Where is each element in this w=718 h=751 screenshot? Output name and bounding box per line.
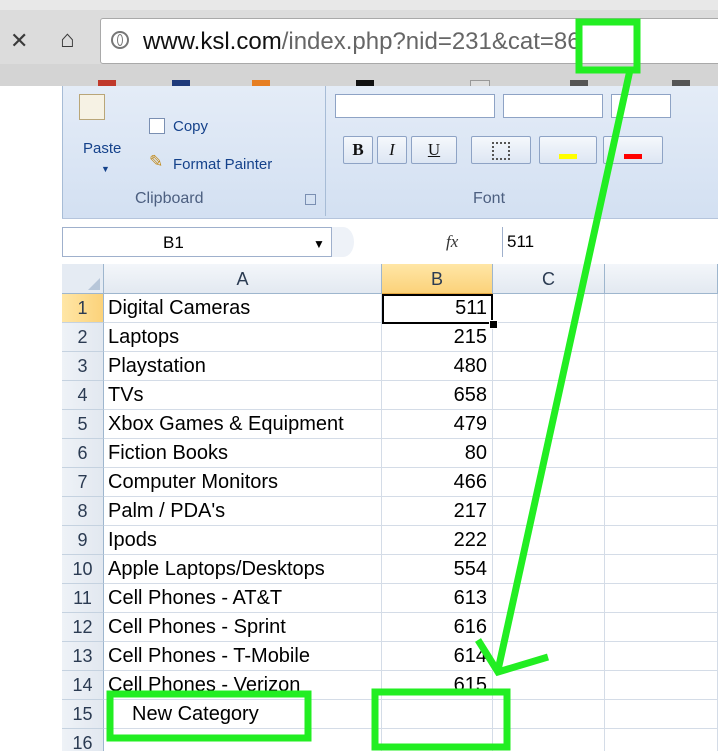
clipboard-group-label: Clipboard	[135, 190, 204, 207]
cell-a[interactable]: Laptops	[108, 323, 378, 352]
fill-color-icon	[559, 154, 577, 159]
url-text[interactable]: www.ksl.com/index.php?nid=231&cat=86	[143, 28, 581, 56]
stop-icon[interactable]: ✕	[10, 30, 28, 52]
font-group-label: Font	[473, 190, 506, 207]
cell-a[interactable]: Cell Phones - Verizon	[108, 671, 378, 700]
cell-a[interactable]: Computer Monitors	[108, 468, 378, 497]
copy-button[interactable]: Copy	[173, 118, 208, 135]
cell-a[interactable]: Ipods	[108, 526, 378, 555]
row-header[interactable]: 15	[62, 700, 104, 729]
cell-b[interactable]: 658	[382, 381, 487, 410]
gridline	[604, 294, 605, 751]
column-header-d[interactable]	[605, 264, 718, 294]
insert-function-icon[interactable]: fx	[446, 232, 458, 252]
cell-a[interactable]: New Category	[132, 700, 402, 729]
column-header-a[interactable]: A	[104, 264, 382, 294]
cell-b[interactable]: 613	[382, 584, 487, 613]
ribbon: Paste ▼ Copy ✎ Format Painter Clipboard …	[62, 86, 718, 218]
spreadsheet-grid[interactable]: A B C 1 Digital Cameras 5 11 2 Laptops 215 3 Playst…	[62, 264, 718, 751]
row-header[interactable]: 13	[62, 642, 104, 671]
font-color-button[interactable]	[603, 136, 663, 164]
active-cell-border	[382, 294, 493, 324]
bookmarks-bar	[0, 64, 718, 90]
cell-b[interactable]: 554	[382, 555, 487, 584]
tab-strip	[0, 0, 718, 10]
row-header[interactable]: 3	[62, 352, 104, 381]
row-header[interactable]: 5	[62, 410, 104, 439]
row-header[interactable]: 16	[62, 729, 104, 751]
row-header[interactable]: 7	[62, 468, 104, 497]
url-domain: www.ksl.com	[143, 28, 282, 55]
cell-a[interactable]: Cell Phones - T-Mobile	[108, 642, 378, 671]
formula-value: 511	[507, 232, 535, 251]
cell-b[interactable]: 466	[382, 468, 487, 497]
row-header[interactable]: 11	[62, 584, 104, 613]
browser-chrome: ✕ ⌂ www.ksl.com/index.php?nid=231&cat=86	[0, 0, 718, 90]
cell-b[interactable]	[382, 729, 487, 751]
paste-button[interactable]: Paste	[83, 140, 121, 157]
underline-button[interactable]: U	[411, 136, 457, 164]
cell-a[interactable]: TVs	[108, 381, 378, 410]
row-header[interactable]: 1	[62, 294, 104, 323]
grow-font-button[interactable]	[611, 94, 671, 118]
formula-bar: B1 ▼ fx 511	[62, 218, 718, 265]
cell-a[interactable]: Apple Laptops/Desktops	[108, 555, 378, 584]
cell-a[interactable]	[108, 729, 378, 751]
row-header[interactable]: 12	[62, 613, 104, 642]
formula-input[interactable]: 511	[502, 227, 718, 257]
paste-dropdown-icon[interactable]: ▼	[101, 164, 110, 174]
chevron-down-icon[interactable]: ▼	[313, 237, 325, 251]
cell-b[interactable]: 614	[382, 642, 487, 671]
row-header[interactable]: 8	[62, 497, 104, 526]
cell-b[interactable]: 215	[382, 323, 487, 352]
name-box-value: B1	[163, 233, 184, 252]
splitter-handle[interactable]	[332, 227, 354, 257]
bold-button[interactable]: B	[343, 136, 373, 164]
cell-a[interactable]: Xbox Games & Equipment	[108, 410, 378, 439]
borders-icon	[492, 142, 510, 161]
row-header[interactable]: 2	[62, 323, 104, 352]
font-size-box[interactable]	[503, 94, 603, 118]
row-header[interactable]: 14	[62, 671, 104, 700]
format-painter-button[interactable]: Format Painter	[173, 156, 272, 173]
url-path: /index.php?nid=231&cat=86	[281, 28, 581, 55]
home-icon[interactable]: ⌂	[60, 28, 75, 52]
font-name-box[interactable]	[335, 94, 495, 118]
cell-b[interactable]: 479	[382, 410, 487, 439]
copy-icon	[149, 118, 165, 134]
select-all-corner[interactable]	[62, 264, 104, 294]
row-header[interactable]: 6	[62, 439, 104, 468]
column-header-b[interactable]: B	[382, 264, 493, 294]
globe-icon	[111, 31, 129, 49]
cell-a[interactable]: Cell Phones - Sprint	[108, 613, 378, 642]
borders-button[interactable]	[471, 136, 531, 164]
cell-a[interactable]: Palm / PDA's	[108, 497, 378, 526]
cell-a[interactable]: Playstation	[108, 352, 378, 381]
cell-b[interactable]: 80	[382, 439, 487, 468]
italic-button[interactable]: I	[377, 136, 407, 164]
fill-color-button[interactable]	[539, 136, 597, 164]
paste-icon[interactable]	[79, 94, 105, 120]
row-header[interactable]: 4	[62, 381, 104, 410]
name-box[interactable]: B1 ▼	[62, 227, 332, 257]
fill-handle[interactable]	[489, 320, 498, 329]
address-bar[interactable]: www.ksl.com/index.php?nid=231&cat=86	[100, 18, 718, 64]
dialog-launcher-icon[interactable]	[305, 194, 316, 205]
cell-b[interactable]: 616	[382, 613, 487, 642]
cell-a[interactable]: Fiction Books	[108, 439, 378, 468]
cell-a[interactable]: Cell Phones - AT&T	[108, 584, 378, 613]
cell-b[interactable]: 480	[382, 352, 487, 381]
gridline	[492, 294, 493, 751]
font-color-icon	[624, 154, 642, 159]
cell-b[interactable]: 615	[382, 671, 487, 700]
cell-b[interactable]: 217	[382, 497, 487, 526]
cell-b[interactable]: 222	[382, 526, 487, 555]
format-painter-icon: ✎	[149, 152, 164, 171]
column-header-c[interactable]: C	[493, 264, 605, 294]
row-header[interactable]: 9	[62, 526, 104, 555]
group-separator	[325, 86, 326, 216]
cell-b[interactable]	[382, 700, 487, 729]
row-header[interactable]: 10	[62, 555, 104, 584]
cell-a[interactable]: Digital Cameras	[108, 294, 378, 323]
